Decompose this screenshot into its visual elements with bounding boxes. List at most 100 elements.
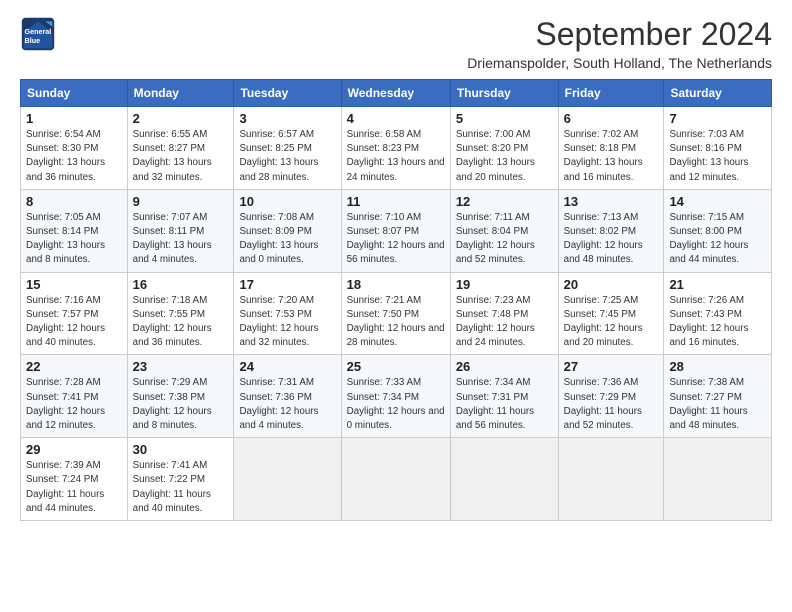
day-cell-3: 3 Sunrise: 6:57 AMSunset: 8:25 PMDayligh… <box>234 107 341 190</box>
month-title: September 2024 <box>467 16 772 53</box>
calendar-week-5: 29 Sunrise: 7:39 AMSunset: 7:24 PMDaylig… <box>21 438 772 521</box>
day-info: Sunrise: 7:38 AMSunset: 7:27 PMDaylight:… <box>669 377 747 431</box>
day-number: 27 <box>564 359 659 374</box>
day-number: 2 <box>133 111 229 126</box>
empty-cell <box>234 438 341 521</box>
day-info: Sunrise: 7:21 AMSunset: 7:50 PMDaylight:… <box>347 295 445 349</box>
day-info: Sunrise: 7:05 AMSunset: 8:14 PMDaylight:… <box>26 212 105 266</box>
svg-text:General: General <box>25 27 52 36</box>
day-cell-10: 10 Sunrise: 7:08 AMSunset: 8:09 PMDaylig… <box>234 189 341 272</box>
day-number: 3 <box>239 111 335 126</box>
day-info: Sunrise: 7:13 AMSunset: 8:02 PMDaylight:… <box>564 212 643 266</box>
calendar-week-2: 8 Sunrise: 7:05 AMSunset: 8:14 PMDayligh… <box>21 189 772 272</box>
day-info: Sunrise: 7:20 AMSunset: 7:53 PMDaylight:… <box>239 295 318 349</box>
day-number: 17 <box>239 277 335 292</box>
day-number: 26 <box>456 359 553 374</box>
day-info: Sunrise: 7:03 AMSunset: 8:16 PMDaylight:… <box>669 129 748 183</box>
day-info: Sunrise: 6:57 AMSunset: 8:25 PMDaylight:… <box>239 129 318 183</box>
day-cell-22: 22 Sunrise: 7:28 AMSunset: 7:41 PMDaylig… <box>21 355 128 438</box>
day-info: Sunrise: 7:07 AMSunset: 8:11 PMDaylight:… <box>133 212 212 266</box>
day-cell-17: 17 Sunrise: 7:20 AMSunset: 7:53 PMDaylig… <box>234 272 341 355</box>
day-info: Sunrise: 7:33 AMSunset: 7:34 PMDaylight:… <box>347 377 445 431</box>
empty-cell <box>558 438 664 521</box>
day-info: Sunrise: 6:58 AMSunset: 8:23 PMDaylight:… <box>347 129 445 183</box>
logo-icon: General Blue <box>20 16 56 52</box>
day-cell-1: 1 Sunrise: 6:54 AMSunset: 8:30 PMDayligh… <box>21 107 128 190</box>
day-cell-13: 13 Sunrise: 7:13 AMSunset: 8:02 PMDaylig… <box>558 189 664 272</box>
day-info: Sunrise: 7:28 AMSunset: 7:41 PMDaylight:… <box>26 377 105 431</box>
col-saturday: Saturday <box>664 80 772 107</box>
calendar-table: Sunday Monday Tuesday Wednesday Thursday… <box>20 79 772 521</box>
header-row: Sunday Monday Tuesday Wednesday Thursday… <box>21 80 772 107</box>
day-info: Sunrise: 7:08 AMSunset: 8:09 PMDaylight:… <box>239 212 318 266</box>
day-cell-28: 28 Sunrise: 7:38 AMSunset: 7:27 PMDaylig… <box>664 355 772 438</box>
day-cell-18: 18 Sunrise: 7:21 AMSunset: 7:50 PMDaylig… <box>341 272 450 355</box>
header: General Blue September 2024 Driemanspold… <box>20 16 772 71</box>
day-number: 9 <box>133 194 229 209</box>
svg-text:Blue: Blue <box>25 36 41 45</box>
day-info: Sunrise: 6:54 AMSunset: 8:30 PMDaylight:… <box>26 129 105 183</box>
col-wednesday: Wednesday <box>341 80 450 107</box>
day-number: 21 <box>669 277 766 292</box>
day-cell-7: 7 Sunrise: 7:03 AMSunset: 8:16 PMDayligh… <box>664 107 772 190</box>
day-number: 15 <box>26 277 122 292</box>
day-cell-15: 15 Sunrise: 7:16 AMSunset: 7:57 PMDaylig… <box>21 272 128 355</box>
day-number: 11 <box>347 194 445 209</box>
day-info: Sunrise: 7:36 AMSunset: 7:29 PMDaylight:… <box>564 377 642 431</box>
day-info: Sunrise: 7:02 AMSunset: 8:18 PMDaylight:… <box>564 129 643 183</box>
day-number: 29 <box>26 442 122 457</box>
day-number: 30 <box>133 442 229 457</box>
day-number: 18 <box>347 277 445 292</box>
day-info: Sunrise: 7:16 AMSunset: 7:57 PMDaylight:… <box>26 295 105 349</box>
day-cell-6: 6 Sunrise: 7:02 AMSunset: 8:18 PMDayligh… <box>558 107 664 190</box>
title-block: September 2024 Driemanspolder, South Hol… <box>467 16 772 71</box>
day-cell-23: 23 Sunrise: 7:29 AMSunset: 7:38 PMDaylig… <box>127 355 234 438</box>
day-number: 12 <box>456 194 553 209</box>
day-number: 4 <box>347 111 445 126</box>
day-cell-24: 24 Sunrise: 7:31 AMSunset: 7:36 PMDaylig… <box>234 355 341 438</box>
day-info: Sunrise: 7:34 AMSunset: 7:31 PMDaylight:… <box>456 377 534 431</box>
day-info: Sunrise: 7:23 AMSunset: 7:48 PMDaylight:… <box>456 295 535 349</box>
day-number: 6 <box>564 111 659 126</box>
day-cell-21: 21 Sunrise: 7:26 AMSunset: 7:43 PMDaylig… <box>664 272 772 355</box>
day-info: Sunrise: 6:55 AMSunset: 8:27 PMDaylight:… <box>133 129 212 183</box>
day-number: 5 <box>456 111 553 126</box>
col-monday: Monday <box>127 80 234 107</box>
day-info: Sunrise: 7:31 AMSunset: 7:36 PMDaylight:… <box>239 377 318 431</box>
day-info: Sunrise: 7:15 AMSunset: 8:00 PMDaylight:… <box>669 212 748 266</box>
col-sunday: Sunday <box>21 80 128 107</box>
day-cell-4: 4 Sunrise: 6:58 AMSunset: 8:23 PMDayligh… <box>341 107 450 190</box>
calendar-week-3: 15 Sunrise: 7:16 AMSunset: 7:57 PMDaylig… <box>21 272 772 355</box>
empty-cell <box>450 438 558 521</box>
day-cell-16: 16 Sunrise: 7:18 AMSunset: 7:55 PMDaylig… <box>127 272 234 355</box>
day-number: 10 <box>239 194 335 209</box>
day-cell-27: 27 Sunrise: 7:36 AMSunset: 7:29 PMDaylig… <box>558 355 664 438</box>
day-number: 16 <box>133 277 229 292</box>
location: Driemanspolder, South Holland, The Nethe… <box>467 55 772 71</box>
day-cell-19: 19 Sunrise: 7:23 AMSunset: 7:48 PMDaylig… <box>450 272 558 355</box>
day-number: 22 <box>26 359 122 374</box>
empty-cell <box>664 438 772 521</box>
day-info: Sunrise: 7:29 AMSunset: 7:38 PMDaylight:… <box>133 377 212 431</box>
day-number: 13 <box>564 194 659 209</box>
empty-cell <box>341 438 450 521</box>
day-cell-11: 11 Sunrise: 7:10 AMSunset: 8:07 PMDaylig… <box>341 189 450 272</box>
day-cell-14: 14 Sunrise: 7:15 AMSunset: 8:00 PMDaylig… <box>664 189 772 272</box>
col-friday: Friday <box>558 80 664 107</box>
col-thursday: Thursday <box>450 80 558 107</box>
day-cell-12: 12 Sunrise: 7:11 AMSunset: 8:04 PMDaylig… <box>450 189 558 272</box>
calendar-week-4: 22 Sunrise: 7:28 AMSunset: 7:41 PMDaylig… <box>21 355 772 438</box>
day-number: 7 <box>669 111 766 126</box>
day-info: Sunrise: 7:39 AMSunset: 7:24 PMDaylight:… <box>26 460 104 514</box>
day-info: Sunrise: 7:25 AMSunset: 7:45 PMDaylight:… <box>564 295 643 349</box>
day-cell-8: 8 Sunrise: 7:05 AMSunset: 8:14 PMDayligh… <box>21 189 128 272</box>
day-info: Sunrise: 7:11 AMSunset: 8:04 PMDaylight:… <box>456 212 535 266</box>
day-number: 8 <box>26 194 122 209</box>
day-number: 23 <box>133 359 229 374</box>
day-number: 14 <box>669 194 766 209</box>
day-info: Sunrise: 7:18 AMSunset: 7:55 PMDaylight:… <box>133 295 212 349</box>
day-info: Sunrise: 7:00 AMSunset: 8:20 PMDaylight:… <box>456 129 535 183</box>
day-cell-26: 26 Sunrise: 7:34 AMSunset: 7:31 PMDaylig… <box>450 355 558 438</box>
day-number: 24 <box>239 359 335 374</box>
day-number: 28 <box>669 359 766 374</box>
